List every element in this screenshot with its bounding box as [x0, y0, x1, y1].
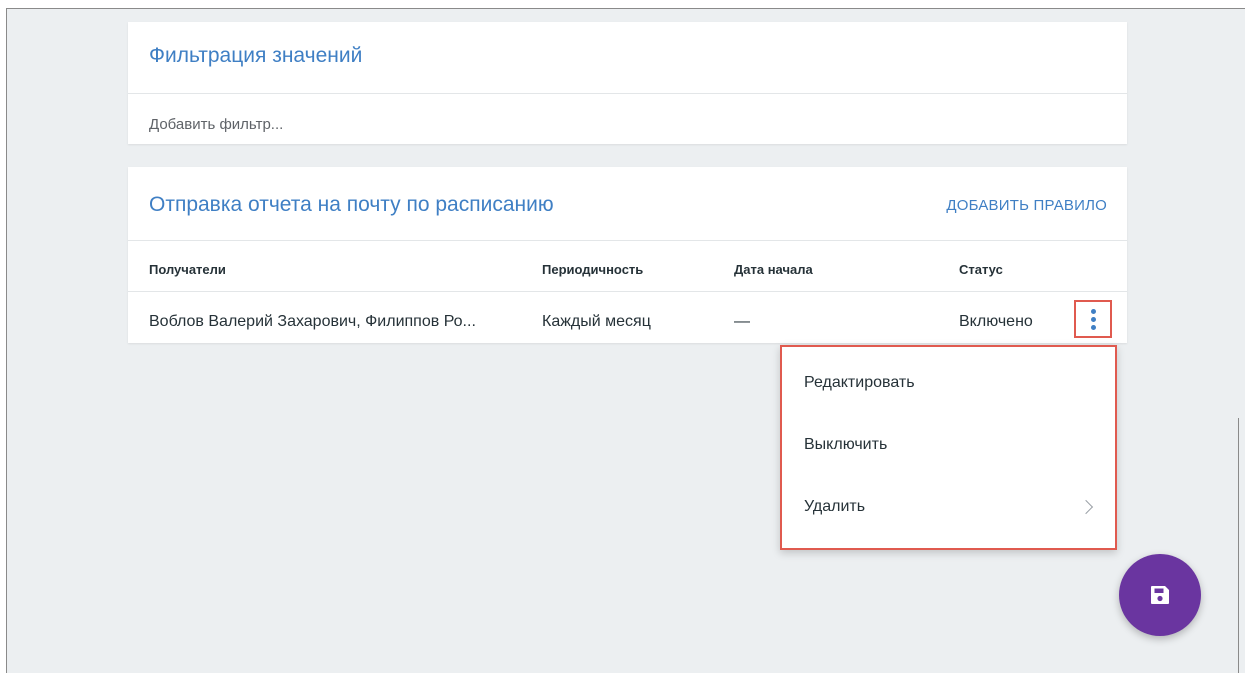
- column-header-periodicity[interactable]: Периодичность: [542, 262, 643, 277]
- page-frame: Фильтрация значений Добавить фильтр... О…: [6, 8, 1245, 673]
- divider: [128, 240, 1127, 241]
- column-header-start-date[interactable]: Дата начала: [734, 262, 813, 277]
- cell-periodicity: Каждый месяц: [542, 313, 651, 330]
- add-filter-input[interactable]: Добавить фильтр...: [149, 116, 283, 133]
- row-context-menu: Редактировать Выключить Удалить: [780, 345, 1117, 550]
- menu-item-edit[interactable]: Редактировать: [782, 360, 1115, 408]
- menu-item-delete[interactable]: Удалить: [782, 484, 1115, 532]
- schedule-card-title: Отправка отчета на почту по расписанию: [149, 193, 554, 216]
- column-header-recipients[interactable]: Получатели: [149, 262, 226, 277]
- add-rule-button[interactable]: ДОБАВИТЬ ПРАВИЛО: [946, 197, 1107, 214]
- kebab-dot: [1091, 317, 1096, 322]
- kebab-dot: [1091, 309, 1096, 314]
- frame-edge: [1238, 418, 1239, 673]
- more-vert-icon[interactable]: [1074, 300, 1112, 338]
- divider: [128, 291, 1127, 292]
- cell-start-date: —: [734, 313, 750, 330]
- filter-card: Фильтрация значений Добавить фильтр...: [128, 22, 1127, 144]
- divider: [128, 93, 1127, 94]
- column-header-status[interactable]: Статус: [959, 262, 1003, 277]
- menu-item-label: Выключить: [804, 436, 888, 453]
- save-button[interactable]: [1119, 554, 1201, 636]
- menu-item-label: Удалить: [804, 498, 866, 515]
- menu-item-label: Редактировать: [804, 374, 915, 391]
- menu-item-disable[interactable]: Выключить: [782, 422, 1115, 470]
- cell-status: Включено: [959, 313, 1033, 330]
- chevron-right-icon: [1078, 499, 1094, 515]
- save-icon: [1151, 586, 1169, 604]
- schedule-card: Отправка отчета на почту по расписанию Д…: [128, 167, 1127, 343]
- filter-card-title: Фильтрация значений: [149, 44, 363, 67]
- kebab-dot: [1091, 325, 1096, 330]
- cell-recipients: Воблов Валерий Захарович, Филиппов Ро...: [149, 313, 476, 330]
